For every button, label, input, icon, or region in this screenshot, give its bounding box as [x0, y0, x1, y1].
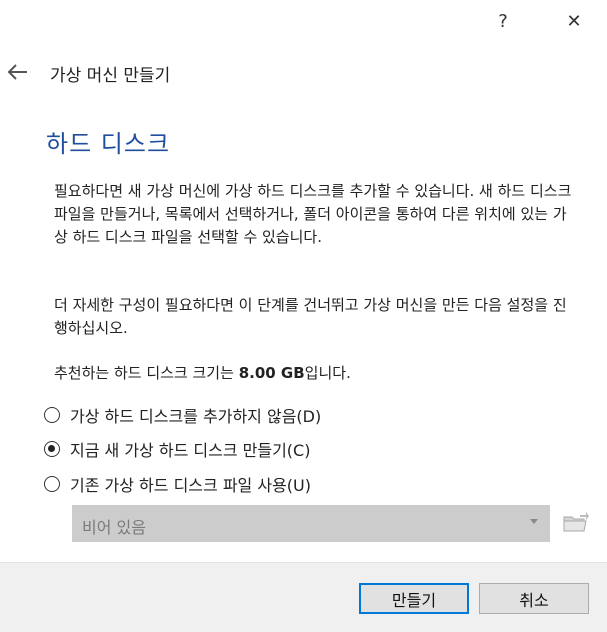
choose-disk-file-button[interactable] — [562, 509, 590, 537]
recommended-size-text: 추천하는 하드 디스크 크기는 8.00 GB입니다. — [54, 362, 579, 385]
existing-disk-select[interactable]: 비어 있음 — [72, 505, 550, 542]
description-paragraph-2: 더 자세한 구성이 필요하다면 이 단계를 건너뛰고 가상 머신을 만든 다음 … — [54, 296, 567, 337]
back-arrow-icon — [7, 64, 27, 80]
dialog-footer: 만들기 취소 — [0, 562, 607, 632]
radio-button[interactable] — [44, 407, 60, 423]
folder-icon — [563, 512, 589, 532]
radio-label: 가상 하드 디스크를 추가하지 않음(D) — [70, 407, 322, 426]
help-icon: ? — [498, 10, 508, 32]
page-title: 하드 디스크 — [46, 130, 171, 158]
chevron-down-icon — [530, 519, 538, 524]
radio-button[interactable] — [44, 476, 60, 492]
recommended-size-prefix: 추천하는 하드 디스크 크기는 — [54, 364, 239, 382]
close-button[interactable]: ✕ — [556, 6, 592, 36]
recommended-size-value: 8.00 GB — [238, 364, 305, 382]
help-button[interactable]: ? — [485, 6, 521, 36]
title-bar: ? ✕ — [0, 0, 607, 42]
radio-use-existing-disk[interactable]: 기존 가상 하드 디스크 파일 사용(U) — [44, 472, 311, 496]
wizard-title: 가상 머신 만들기 — [50, 66, 171, 86]
radio-label: 기존 가상 하드 디스크 파일 사용(U) — [70, 476, 311, 495]
wizard-header: 가상 머신 만들기 — [0, 56, 607, 90]
radio-create-new-disk[interactable]: 지금 새 가상 하드 디스크 만들기(C) — [44, 437, 310, 461]
existing-disk-select-value: 비어 있음 — [82, 518, 146, 537]
radio-button[interactable] — [44, 441, 60, 457]
radio-no-disk[interactable]: 가상 하드 디스크를 추가하지 않음(D) — [44, 403, 321, 427]
recommended-size-suffix: 입니다. — [304, 364, 351, 382]
cancel-button[interactable]: 취소 — [479, 583, 589, 614]
close-icon: ✕ — [566, 10, 582, 32]
radio-label: 지금 새 가상 하드 디스크 만들기(C) — [70, 441, 311, 460]
create-button[interactable]: 만들기 — [359, 583, 469, 614]
back-button[interactable] — [6, 58, 30, 86]
description-paragraph-1: 필요하다면 새 가상 머신에 가상 하드 디스크를 추가할 수 있습니다. 새 … — [54, 182, 572, 246]
